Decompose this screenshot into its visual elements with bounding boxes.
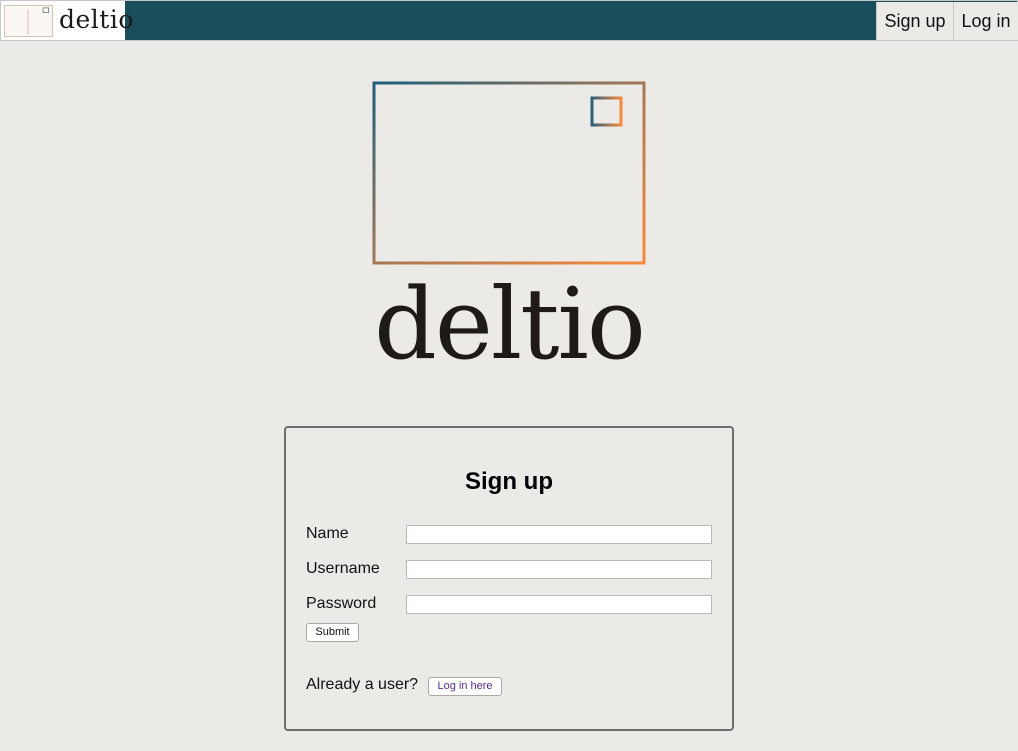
postcard-logo-icon (372, 81, 646, 265)
password-label: Password (306, 595, 377, 612)
nav-logo-text: deltio (59, 5, 134, 34)
nav-login-button[interactable]: Log in (953, 2, 1018, 40)
form-title: Sign up (465, 468, 553, 495)
postcard-mini-icon (4, 5, 53, 37)
nav-signup-button[interactable]: Sign up (876, 2, 953, 40)
submit-button[interactable]: Submit (306, 623, 359, 642)
nav-logo[interactable]: deltio (1, 1, 133, 40)
top-navbar: deltio Sign up Log in (0, 0, 1018, 41)
signup-form-panel: Sign up Name Username Password Submit Al… (284, 426, 734, 731)
username-label: Username (306, 560, 380, 577)
name-label: Name (306, 525, 349, 542)
hero-wordmark: deltio (374, 268, 646, 382)
login-here-button[interactable]: Log in here (428, 677, 502, 696)
username-input[interactable] (406, 560, 712, 579)
password-input[interactable] (406, 595, 712, 614)
already-user-text: Already a user? (306, 676, 419, 693)
name-input[interactable] (406, 525, 712, 544)
